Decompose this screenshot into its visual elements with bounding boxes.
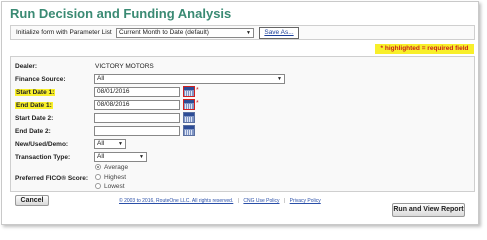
radio-icon[interactable] xyxy=(95,183,101,190)
end-date-1-input[interactable]: 08/08/2016 xyxy=(94,100,180,110)
fico-label: Preferred FICO® Score: xyxy=(15,175,89,182)
transaction-type-select[interactable]: All ▼ xyxy=(94,152,147,162)
finance-source-row: Finance Source: All ▼ xyxy=(15,74,315,85)
new-used-demo-select[interactable]: All ▼ xyxy=(94,139,126,149)
parameter-list-bar: Initialize form with Parameter List Curr… xyxy=(10,25,475,40)
report-form: Dealer: VICTORY MOTORS Finance Source: A… xyxy=(10,56,475,192)
transaction-type-label: Transaction Type: xyxy=(15,154,71,161)
calendar-icon[interactable] xyxy=(183,99,195,110)
chevron-down-icon: ▼ xyxy=(277,76,282,82)
parameter-list-label: Initialize form with Parameter List xyxy=(16,29,112,36)
fico-option-label: Average xyxy=(104,164,129,171)
calendar-icon[interactable] xyxy=(183,112,195,123)
transaction-type-row: Transaction Type: All ▼ xyxy=(15,152,215,163)
copyright-link[interactable]: © 2003 to 2016, RouteOne LLC. All rights… xyxy=(119,198,233,204)
radio-selected-icon[interactable] xyxy=(95,164,101,171)
new-used-demo-label: New/Used/Demo: xyxy=(15,141,69,148)
footer-separator: | xyxy=(237,198,240,204)
new-used-demo-row: New/Used/Demo: All ▼ xyxy=(15,139,215,150)
run-and-view-report-button[interactable]: Run and View Report xyxy=(392,203,465,217)
start-date-1-input[interactable]: 08/01/2016 xyxy=(94,87,180,97)
calendar-icon[interactable] xyxy=(183,125,195,136)
privacy-policy-link[interactable]: Privacy Policy xyxy=(290,198,321,204)
finance-source-value: All xyxy=(97,75,105,82)
required-marker: * xyxy=(196,100,199,107)
footer-separator: | xyxy=(283,198,286,204)
start-date-2-input[interactable] xyxy=(94,113,180,123)
start-date-1-label: Start Date 1: xyxy=(15,89,56,96)
dealer-value: VICTORY MOTORS xyxy=(95,63,154,70)
page-title: Run Decision and Funding Analysis xyxy=(10,6,232,21)
finance-source-select[interactable]: All ▼ xyxy=(94,74,285,84)
chevron-down-icon: ▼ xyxy=(139,154,144,160)
chevron-down-icon: ▼ xyxy=(246,30,251,36)
fico-option-lowest[interactable]: Lowest xyxy=(95,183,125,192)
parameter-list-value: Current Month to Date (default) xyxy=(119,29,209,36)
transaction-type-value: All xyxy=(97,153,105,160)
end-date-1-row: End Date 1: 08/08/2016 * xyxy=(15,99,215,111)
end-date-1-label: End Date 1: xyxy=(15,102,53,109)
chevron-down-icon: ▼ xyxy=(118,141,123,147)
fico-option-label: Highest xyxy=(104,174,127,181)
fico-option-highest[interactable]: Highest xyxy=(95,174,126,183)
required-marker: * xyxy=(196,87,199,94)
footer-links: © 2003 to 2016, RouteOne LLC. All rights… xyxy=(119,198,321,204)
start-date-2-label: Start Date 2: xyxy=(15,115,54,122)
end-date-2-label: End Date 2: xyxy=(15,128,51,135)
start-date-1-row: Start Date 1: 08/01/2016 * xyxy=(15,86,215,98)
page-frame: Run Decision and Funding Analysis Initia… xyxy=(1,1,479,225)
finance-source-label: Finance Source: xyxy=(15,76,66,83)
radio-icon[interactable] xyxy=(95,174,101,181)
new-used-demo-value: All xyxy=(97,140,105,147)
dealer-label: Dealer: xyxy=(15,63,38,70)
end-date-2-input[interactable] xyxy=(94,126,180,136)
calendar-icon[interactable] xyxy=(183,86,195,97)
required-field-note: * highlighted = required field xyxy=(375,44,474,54)
cng-use-policy-link[interactable]: CNG Use Policy xyxy=(243,198,279,204)
parameter-list-select[interactable]: Current Month to Date (default) ▼ xyxy=(116,28,254,38)
end-date-2-row: End Date 2: xyxy=(15,125,215,137)
fico-option-label: Lowest xyxy=(104,183,125,190)
start-date-2-row: Start Date 2: xyxy=(15,112,215,124)
cancel-button[interactable]: Cancel xyxy=(15,195,49,206)
fico-option-average[interactable]: Average xyxy=(95,164,128,173)
save-as-button[interactable]: Save As... xyxy=(259,27,299,39)
